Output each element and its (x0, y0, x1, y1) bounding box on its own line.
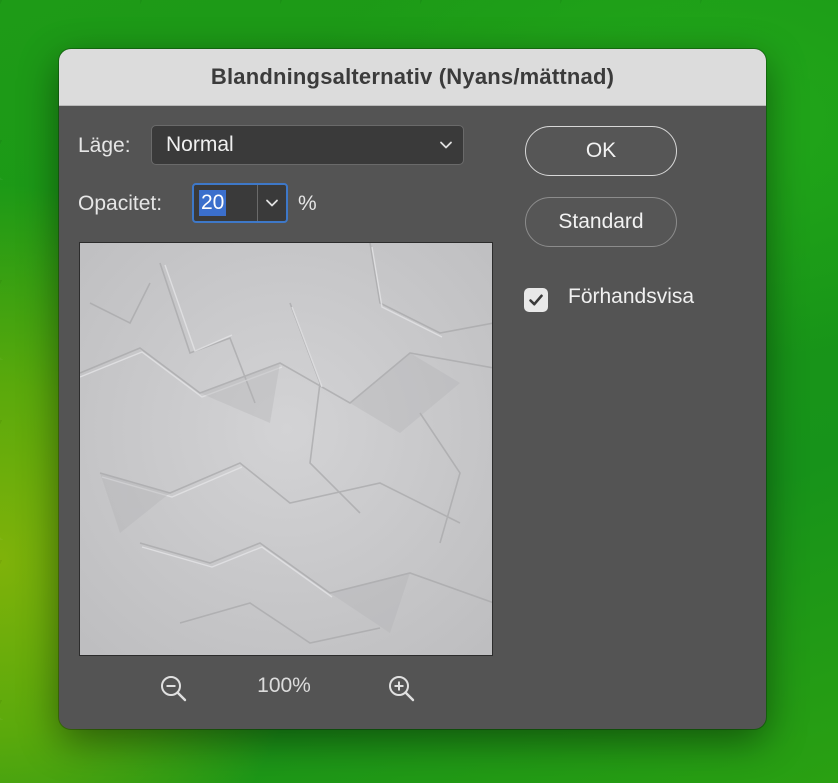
preview-checkbox[interactable] (524, 288, 548, 312)
default-button[interactable]: Standard (525, 197, 677, 247)
ok-button[interactable]: OK (525, 126, 677, 176)
blend-options-dialog: Blandningsalternativ (Nyans/mättnad) Läg… (59, 49, 766, 729)
zoom-in-icon (389, 676, 415, 702)
checkmark-icon (529, 294, 543, 306)
preview-checkbox-label[interactable]: Förhandsvisa (568, 285, 694, 309)
preview-image[interactable] (79, 242, 493, 656)
opacity-unit: % (298, 192, 317, 215)
dialog-titlebar[interactable]: Blandningsalternativ (Nyans/mättnad) (59, 49, 766, 106)
zoom-level: 100% (257, 674, 311, 697)
mode-select[interactable]: Normal (151, 125, 464, 165)
zoom-out-button[interactable] (159, 674, 189, 704)
crumpled-paper-preview (80, 243, 492, 655)
mode-value: Normal (166, 133, 234, 156)
opacity-input[interactable]: 20 (194, 185, 257, 221)
opacity-label: Opacitet: (78, 192, 163, 215)
zoom-in-button[interactable] (387, 674, 417, 704)
opacity-dropdown-button[interactable] (257, 185, 286, 221)
zoom-out-icon (161, 676, 187, 702)
opacity-value: 20 (199, 190, 227, 216)
opacity-combo: 20 (192, 183, 288, 223)
chevron-down-icon (440, 141, 452, 149)
dialog-title: Blandningsalternativ (Nyans/mättnad) (210, 64, 615, 89)
chevron-down-icon (266, 199, 279, 207)
mode-label: Läge: (78, 134, 131, 157)
